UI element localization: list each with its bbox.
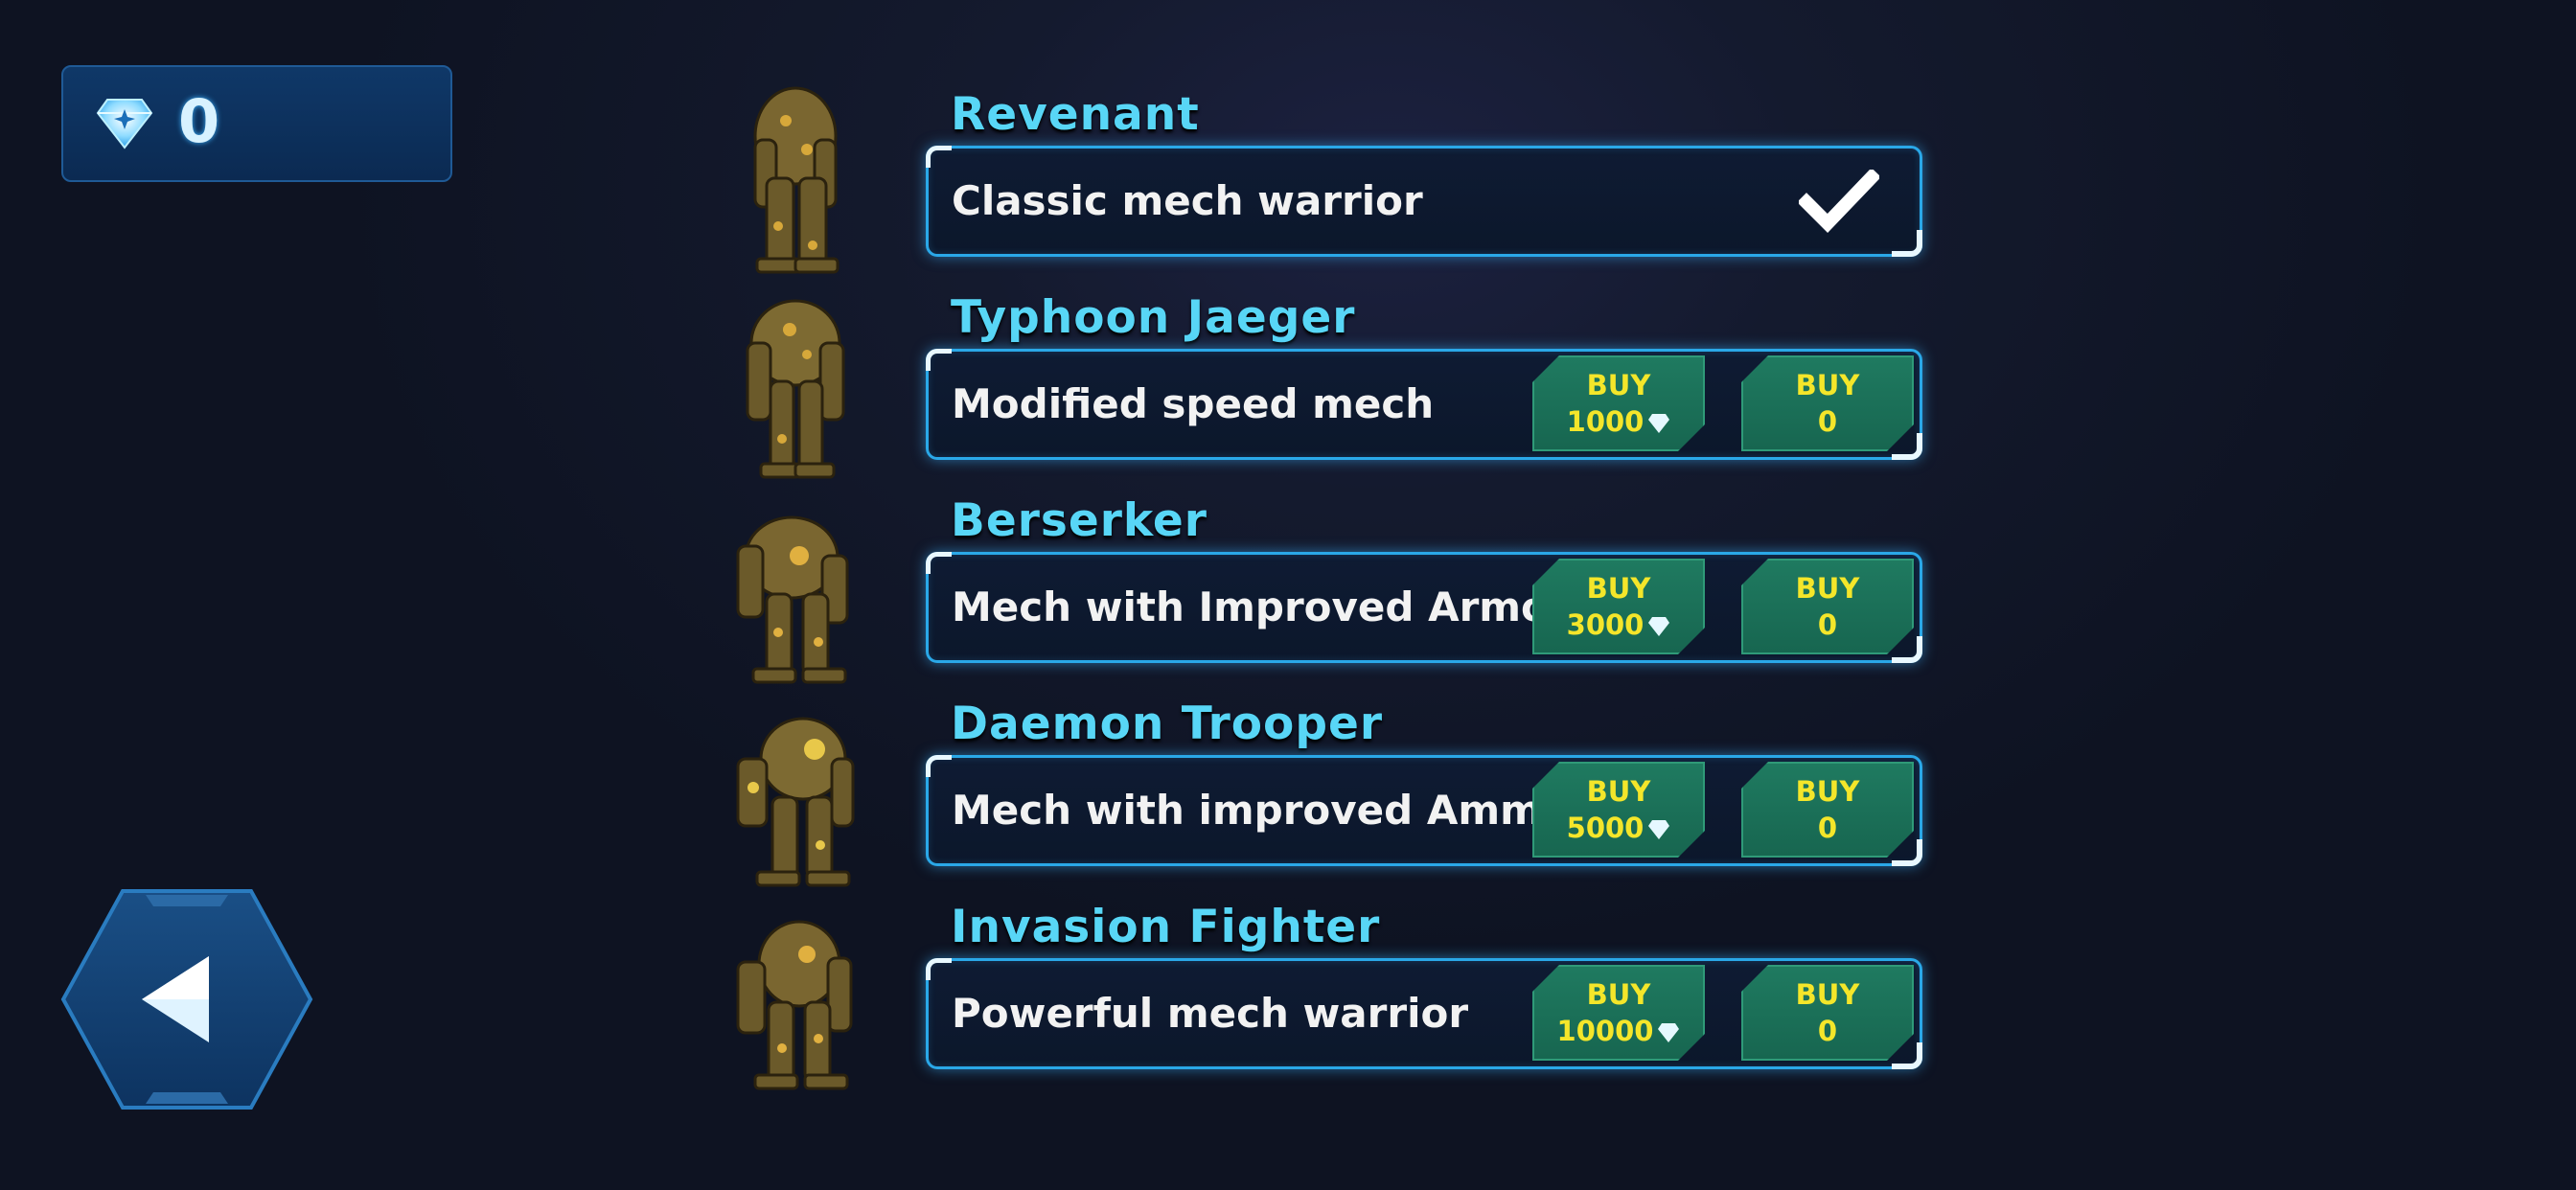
mech-name: Invasion Fighter [951,901,1381,953]
buy-with-gems-button[interactable]: BUY 10000 [1532,965,1705,1061]
buy-with-coins-button[interactable]: BUY 0 [1741,762,1914,858]
diamond-icon [1657,1022,1680,1043]
mech-panel: Mech with improved Ammo BUY 5000 BUY 0 [926,755,1922,866]
mech-row-typhoon-jaeger[interactable]: Typhoon Jaeger Modified speed mech BUY 1… [700,286,1926,489]
buy-label: BUY [1586,775,1651,808]
buy-with-coins-button[interactable]: BUY 0 [1741,355,1914,451]
mech-image [746,299,845,479]
mech-panel: Powerful mech warrior BUY 10000 BUY 0 [926,958,1922,1069]
mech-panel[interactable]: Classic mech warrior [926,146,1922,257]
buy-with-gems-button[interactable]: BUY 1000 [1532,355,1705,451]
mech-panel: Mech with Improved Armor BUY 3000 BUY 0 [926,552,1922,663]
mech-description: Modified speed mech [952,380,1435,427]
gem-price: 10000 [1556,1015,1654,1047]
gem-count: 0 [178,86,220,156]
coin-price: 0 [1817,812,1838,844]
coin-price: 0 [1817,405,1838,438]
diamond-icon [96,99,153,149]
buy-with-gems-button[interactable]: BUY 3000 [1532,559,1705,654]
buy-label: BUY [1586,978,1651,1011]
buy-label: BUY [1795,978,1860,1011]
buy-label: BUY [1586,572,1651,605]
buy-with-coins-button[interactable]: BUY 0 [1741,965,1914,1061]
buy-label: BUY [1586,369,1651,401]
gem-price: 1000 [1566,405,1644,438]
mech-name: Berserker [951,494,1208,547]
diamond-icon [1647,616,1670,637]
checkmark-icon [1799,170,1879,233]
diamond-icon [1647,413,1670,434]
back-button[interactable] [59,887,314,1111]
mech-row-invasion-fighter[interactable]: Invasion Fighter Powerful mech warrior B… [700,895,1926,1098]
buy-label: BUY [1795,775,1860,808]
coin-price: 0 [1817,608,1838,641]
buy-label: BUY [1795,369,1860,401]
gem-counter: 0 [61,65,452,182]
mech-row-daemon-trooper[interactable]: Daemon Trooper Mech with improved Ammo B… [700,692,1926,895]
gem-price: 5000 [1566,812,1644,844]
buy-label: BUY [1795,572,1860,605]
mech-name: Revenant [951,88,1200,141]
gem-price: 3000 [1566,608,1644,641]
mech-description: Mech with improved Ammo [952,787,1570,834]
mech-image [753,86,840,274]
mech-description: Classic mech warrior [952,177,1423,224]
coin-price: 0 [1817,1015,1838,1047]
mech-row-revenant[interactable]: Revenant Classic mech warrior [700,82,1926,286]
mech-panel: Modified speed mech BUY 1000 BUY 0 [926,349,1922,460]
mech-name: Typhoon Jaeger [951,291,1356,344]
mech-image [736,920,853,1090]
buy-with-coins-button[interactable]: BUY 0 [1741,559,1914,654]
mech-image [736,717,855,887]
mech-description: Powerful mech warrior [952,990,1469,1037]
buy-with-gems-button[interactable]: BUY 5000 [1532,762,1705,858]
diamond-icon [1647,819,1670,840]
mech-row-berserker[interactable]: Berserker Mech with Improved Armor BUY 3… [700,489,1926,692]
mech-description: Mech with Improved Armor [952,584,1569,630]
mech-name: Daemon Trooper [951,698,1384,750]
mech-image [736,515,849,684]
